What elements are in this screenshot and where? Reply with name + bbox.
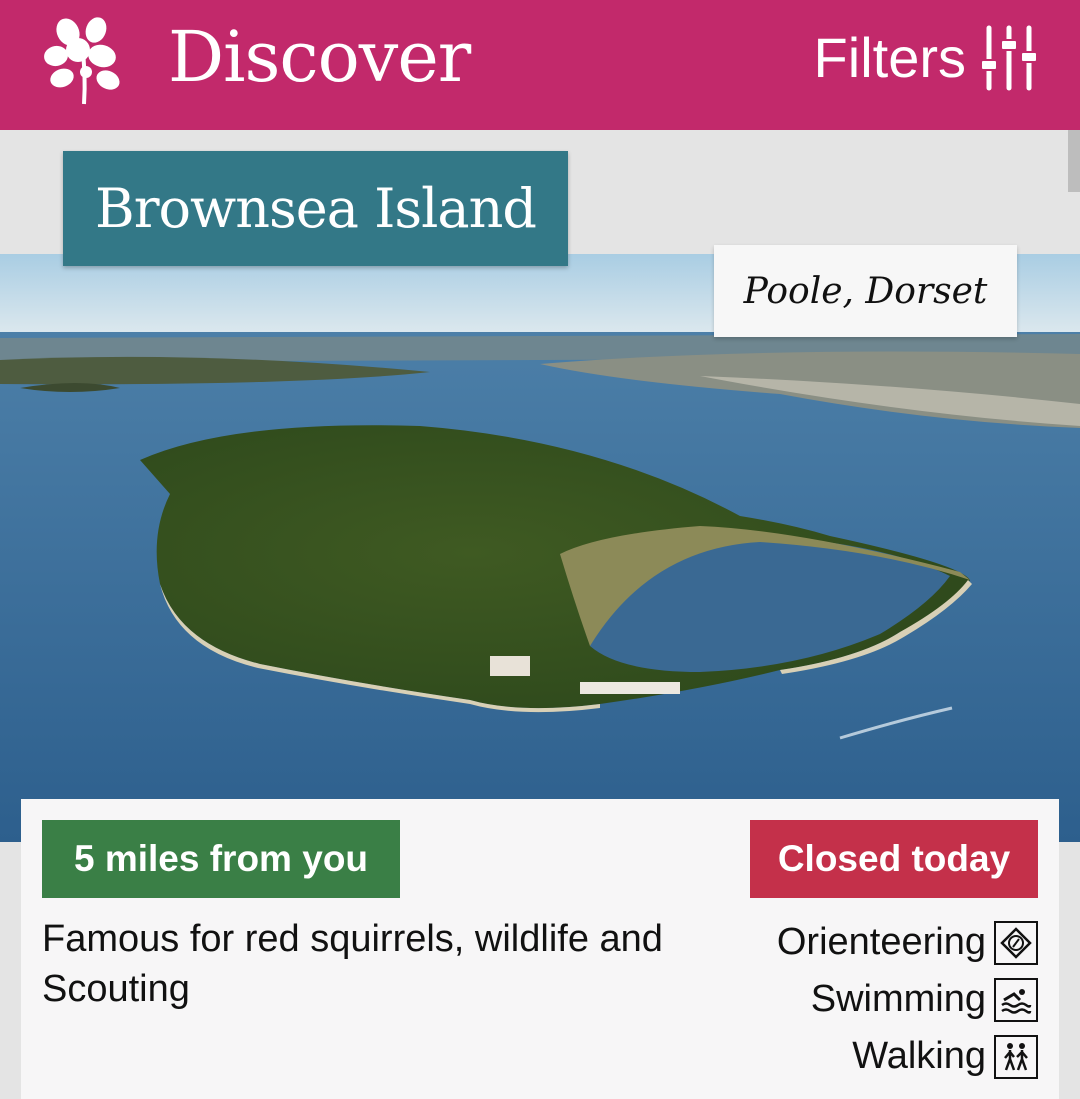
aerial-island-photo bbox=[0, 254, 1080, 842]
activity-item-orienteering: Orienteering bbox=[708, 914, 1038, 971]
activity-label: Swimming bbox=[810, 978, 986, 1020]
sliders-icon bbox=[980, 25, 1038, 91]
place-location: Poole, Dorset bbox=[743, 270, 988, 312]
top-bar: Discover Filters bbox=[0, 0, 1080, 130]
distance-badge: 5 miles from you bbox=[42, 820, 400, 898]
place-photo[interactable] bbox=[0, 254, 1080, 842]
filters-label: Filters bbox=[813, 26, 966, 89]
activities-list: Orienteering Swimming Walking bbox=[708, 914, 1038, 1085]
activity-label: Orienteering bbox=[776, 921, 986, 963]
location-label-box: Poole, Dorset bbox=[714, 245, 1017, 337]
status-badge: Closed today bbox=[750, 820, 1038, 898]
walkers-icon bbox=[994, 1034, 1038, 1079]
swimmer-icon bbox=[994, 977, 1038, 1022]
page-title: Discover bbox=[168, 16, 471, 98]
activity-item-swimming: Swimming bbox=[708, 971, 1038, 1028]
place-name-banner: Brownsea Island bbox=[63, 151, 568, 266]
oak-leaf-icon bbox=[44, 17, 120, 105]
place-description: Famous for red squirrels, wildlife and S… bbox=[42, 918, 663, 1010]
scrollbar-thumb[interactable] bbox=[1068, 130, 1080, 192]
activity-label: Walking bbox=[852, 1035, 986, 1077]
activity-item-walking: Walking bbox=[708, 1028, 1038, 1085]
place-name: Brownsea Island bbox=[95, 177, 537, 240]
filters-button[interactable]: Filters bbox=[814, 18, 1038, 98]
compass-icon bbox=[994, 920, 1038, 965]
